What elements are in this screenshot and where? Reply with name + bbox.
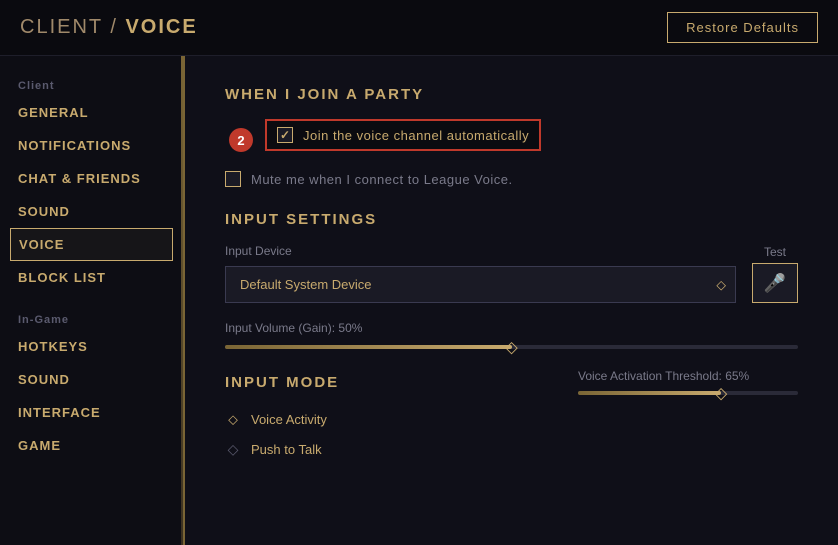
page-title-bold: VOICE <box>125 16 197 38</box>
mute-label: Mute me when I connect to League Voice. <box>251 172 513 187</box>
sidebar-item-general[interactable]: GENERAL <box>0 96 183 129</box>
page-title-thin: CLIENT / <box>20 16 125 38</box>
auto-join-label: Join the voice channel automatically <box>303 128 529 143</box>
sidebar-item-game[interactable]: GAME <box>0 429 183 462</box>
threshold-label: Voice Activation Threshold: 65% <box>578 369 798 383</box>
device-select[interactable]: Default System Device <box>225 266 736 303</box>
volume-slider-track[interactable]: ⬦ <box>225 345 798 349</box>
threshold-slider-track[interactable]: ⬦ <box>578 391 798 395</box>
input-settings-section: INPUT SETTINGS Input Device Default Syst… <box>225 211 798 349</box>
volume-slider-fill <box>225 345 512 349</box>
threshold-slider-fill <box>578 391 721 395</box>
mute-row[interactable]: Mute me when I connect to League Voice. <box>225 171 798 187</box>
sidebar-label-general: GENERAL <box>18 105 89 120</box>
device-row: Input Device Default System Device Test … <box>225 244 798 303</box>
restore-defaults-button[interactable]: Restore Defaults <box>667 12 818 43</box>
page-title: CLIENT / VOICE <box>20 16 198 39</box>
volume-label: Input Volume (Gain): 50% <box>225 321 798 335</box>
party-section-title: WHEN I JOIN A PARTY <box>225 86 798 103</box>
sidebar: Client GENERAL NOTIFICATIONS CHAT & FRIE… <box>0 56 185 545</box>
voice-activity-option[interactable]: ⬦ Voice Activity <box>225 411 798 427</box>
push-to-talk-icon: ◇ <box>225 441 241 457</box>
sidebar-label-interface: INTERFACE <box>18 405 101 420</box>
sidebar-label-sound: SOUND <box>18 204 70 219</box>
sidebar-label-block-list: BLOCK LIST <box>18 270 106 285</box>
auto-join-checkbox-wrap[interactable]: Join the voice channel automatically <box>277 127 529 143</box>
microphone-icon: 🎤 <box>764 273 786 294</box>
mute-checkbox[interactable] <box>225 171 241 187</box>
sidebar-item-sound[interactable]: SOUND <box>0 195 183 228</box>
sidebar-item-block-list[interactable]: BLOCK LIST <box>0 261 183 294</box>
device-label: Input Device <box>225 244 736 258</box>
sidebar-label-hotkeys: HOTKEYS <box>18 339 88 354</box>
threshold-right: Voice Activation Threshold: 65% ⬦ <box>578 369 798 395</box>
sidebar-item-sound-ingame[interactable]: SOUND <box>0 363 183 396</box>
push-to-talk-option[interactable]: ◇ Push to Talk <box>225 441 798 457</box>
sidebar-label-voice: VOICE <box>19 237 64 252</box>
sidebar-item-interface[interactable]: INTERFACE <box>0 396 183 429</box>
sidebar-label-game: GAME <box>18 438 61 453</box>
auto-join-checkbox[interactable] <box>277 127 293 143</box>
push-to-talk-label: Push to Talk <box>251 442 322 457</box>
party-section: WHEN I JOIN A PARTY 2 Join the voice cha… <box>225 86 798 187</box>
input-settings-title: INPUT SETTINGS <box>225 211 798 228</box>
input-mode-title: INPUT MODE <box>225 374 339 391</box>
sidebar-ingame-group: In-Game <box>0 308 183 330</box>
sidebar-item-hotkeys[interactable]: HOTKEYS <box>0 330 183 363</box>
test-label: Test <box>764 245 786 259</box>
layout: Client GENERAL NOTIFICATIONS CHAT & FRIE… <box>0 56 838 545</box>
threshold-slider-thumb[interactable]: ⬦ <box>711 383 731 403</box>
volume-slider-section: Input Volume (Gain): 50% ⬦ <box>225 321 798 349</box>
sidebar-label-sound-ingame: SOUND <box>18 372 70 387</box>
auto-join-row[interactable]: Join the voice channel automatically <box>265 119 541 151</box>
test-mic-button[interactable]: 🎤 <box>752 263 798 303</box>
test-col: Test 🎤 <box>752 245 798 303</box>
sidebar-label-notifications: NOTIFICATIONS <box>18 138 131 153</box>
main-content: WHEN I JOIN A PARTY 2 Join the voice cha… <box>185 56 838 545</box>
input-mode-header: INPUT MODE Voice Activation Threshold: 6… <box>225 369 798 395</box>
voice-activity-label: Voice Activity <box>251 412 327 427</box>
volume-slider-thumb[interactable]: ⬦ <box>502 337 522 357</box>
party-badge: 2 <box>229 128 253 152</box>
device-col: Input Device Default System Device <box>225 244 736 303</box>
sidebar-client-group: Client <box>0 74 183 96</box>
sidebar-item-notifications[interactable]: NOTIFICATIONS <box>0 129 183 162</box>
sidebar-label-chat-friends: CHAT & FRIENDS <box>18 171 141 186</box>
sidebar-divider <box>181 56 183 545</box>
input-mode-section: INPUT MODE Voice Activation Threshold: 6… <box>225 369 798 457</box>
device-select-wrapper[interactable]: Default System Device <box>225 266 736 303</box>
sidebar-item-chat-friends[interactable]: CHAT & FRIENDS <box>0 162 183 195</box>
sidebar-item-voice[interactable]: 1 VOICE <box>10 228 173 261</box>
voice-activity-icon: ⬦ <box>225 411 241 427</box>
header: CLIENT / VOICE Restore Defaults <box>0 0 838 56</box>
